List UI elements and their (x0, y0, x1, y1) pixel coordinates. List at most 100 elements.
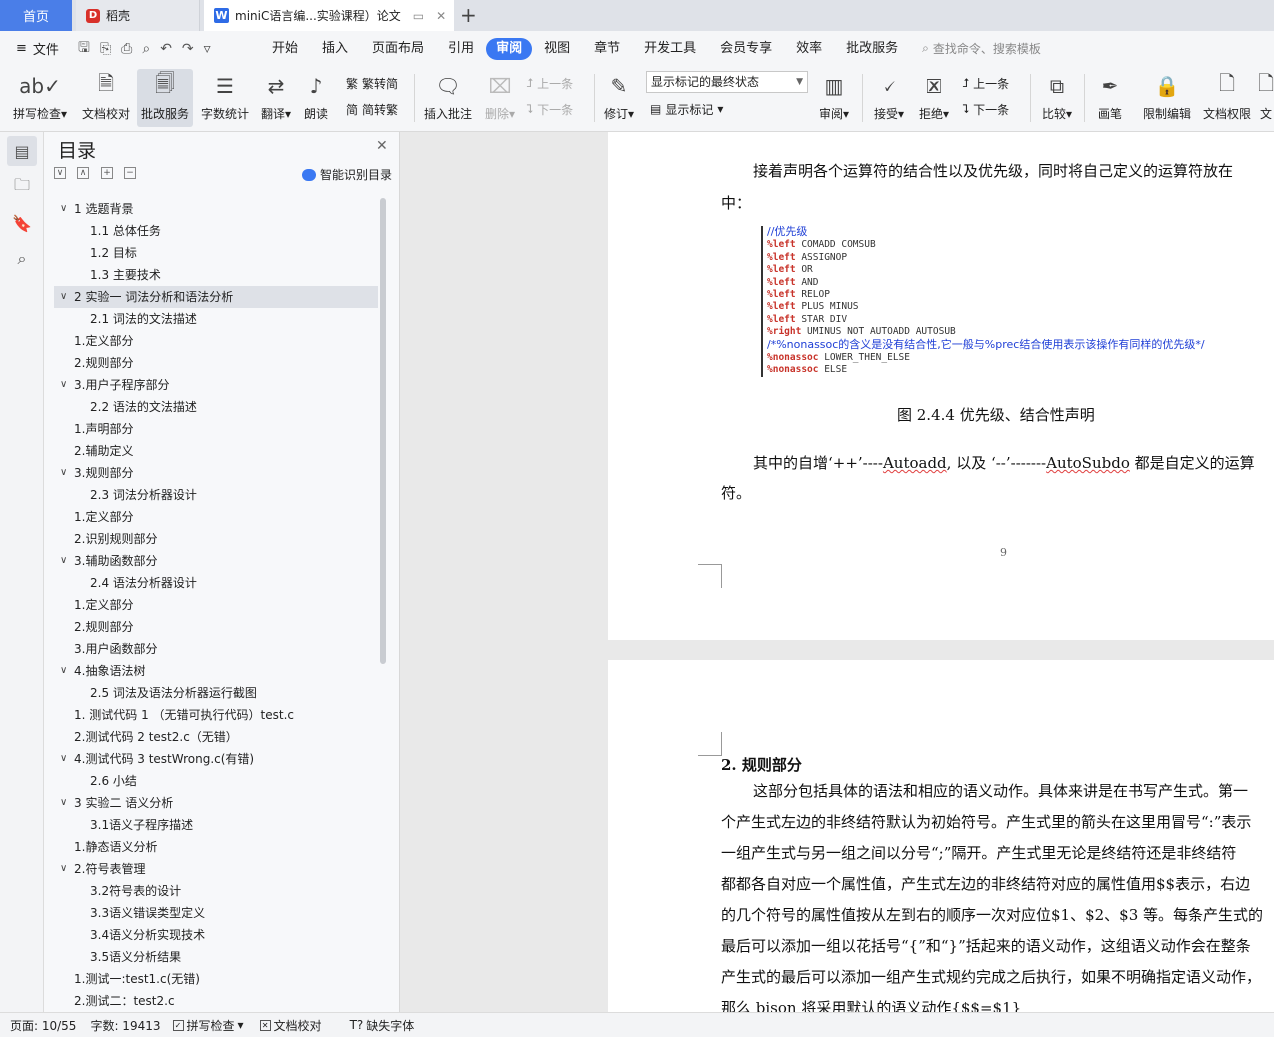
command-search[interactable]: ⌕ 查找命令、搜索模板 (922, 40, 1041, 57)
prev-change-button[interactable]: ⮥ 上一条 (962, 72, 1009, 94)
toc-item[interactable]: 3.2符号表的设计 (54, 880, 378, 902)
menu-item[interactable]: 页面布局 (360, 38, 436, 60)
menu-item[interactable]: 审阅 (486, 37, 533, 60)
toc-item[interactable]: 2.2 语法的文法描述 (54, 396, 378, 418)
document-area[interactable]: 接着声明各个运算符的结合性以及优先级，同时将自己定义的运算符放在 中： //优先… (400, 132, 1274, 1012)
close-icon[interactable]: ✕ (376, 138, 388, 154)
menu-item[interactable]: 效率 (784, 38, 834, 60)
bookmark-icon[interactable]: 🔖 (7, 208, 37, 238)
next-comment-button[interactable]: ⮧ 下一条 (526, 98, 573, 120)
compare-button[interactable]: ⧉ 比较▾ (1036, 69, 1078, 127)
search-icon[interactable]: ⌕ (7, 244, 37, 274)
simp-to-trad-button[interactable]: 简 简转繁 (346, 98, 398, 120)
toc-item[interactable]: 1.定义部分 (54, 330, 378, 352)
toc-item[interactable]: 1.定义部分 (54, 594, 378, 616)
word-count-indicator[interactable]: 字数: 19413 (90, 1017, 160, 1034)
toc-item[interactable]: 2.识别规则部分 (54, 528, 378, 550)
trad-to-simp-button[interactable]: 繁 繁转简 (346, 72, 398, 94)
restrict-edit-button[interactable]: 🔒 限制编辑 (1140, 69, 1194, 127)
doc-proof-button[interactable]: 🗎 文档校对 (78, 69, 134, 127)
toc-item[interactable]: 2.测试二：test2.c (54, 990, 378, 1008)
page-indicator[interactable]: 页面: 10/55 (10, 1017, 76, 1034)
chapter-nav-icon[interactable]: 🗀 (7, 172, 37, 202)
tab-docer[interactable]: D 稻壳 (76, 0, 200, 31)
chevron-down-icon[interactable]: ∨ (60, 858, 72, 880)
toc-item[interactable]: 3.用户函数部分 (54, 638, 378, 660)
toc-item[interactable]: 1.定义部分 (54, 506, 378, 528)
document-page[interactable]: 2. 规则部分 这部分包括具体的语法和相应的语义动作。具体来讲是在书写产生式。第… (608, 660, 1274, 1012)
menu-item[interactable]: 开发工具 (632, 38, 708, 60)
menu-item[interactable]: 插入 (310, 38, 360, 60)
menu-item[interactable]: 开始 (260, 38, 310, 60)
spell-check-status[interactable]: ✓ 拼写检查 ▾ (172, 1017, 244, 1034)
toc-item[interactable]: 2.测试代码 2 test2.c（无错） (54, 726, 378, 748)
pen-button[interactable]: ✒ 画笔 (1090, 69, 1130, 127)
review-pane-button[interactable]: ▥ 审阅▾ (814, 69, 854, 127)
file-menu[interactable]: ≡ 文件 (0, 39, 70, 58)
chevron-down-icon[interactable]: ∨ (60, 198, 72, 220)
delete-comment-button[interactable]: ⌧ 删除▾ (480, 69, 520, 127)
chevron-down-icon[interactable]: ∨ (60, 792, 72, 814)
menu-item[interactable]: 章节 (582, 38, 632, 60)
spelling-error[interactable]: Autoadd (883, 454, 947, 472)
collapse-all-icon[interactable]: ∨ (54, 167, 66, 179)
markup-state-select[interactable]: 显示标记的最终状态 ▼ (646, 71, 808, 93)
toc-item[interactable]: ∨ 3 实验二 语义分析 (54, 792, 378, 814)
translate-button[interactable]: ⇄ 翻译▾ (256, 69, 296, 127)
toc-item[interactable]: 1.静态语义分析 (54, 836, 378, 858)
insert-comment-button[interactable]: 🗨 插入批注 (420, 69, 476, 127)
toc-panel-icon[interactable]: ▤ (7, 136, 37, 166)
print-preview-icon[interactable]: ⌕ (142, 41, 150, 57)
tab-home[interactable]: 首页 (0, 0, 72, 31)
menu-item[interactable]: 批改服务 (834, 38, 910, 60)
word-count-button[interactable]: ☰ 字数统计 (198, 69, 252, 127)
show-markup-button[interactable]: ▤ 显示标记 ▾ (650, 98, 723, 120)
toc-item[interactable]: ∨ 2.符号表管理 (54, 858, 378, 880)
next-change-button[interactable]: ⮧ 下一条 (962, 98, 1009, 120)
menu-item[interactable]: 引用 (436, 38, 486, 60)
toc-item[interactable]: 2.辅助定义 (54, 440, 378, 462)
chevron-down-icon[interactable]: ∨ (60, 550, 72, 572)
correction-service-button[interactable]: 🗐 批改服务 (137, 69, 193, 127)
more-dropdown-icon[interactable]: ▿ (204, 41, 211, 57)
expand-up-icon[interactable]: ∧ (77, 167, 89, 179)
more-ribbon-button[interactable]: 🗋 文 (1258, 69, 1274, 127)
toc-item[interactable]: 2.规则部分 (54, 352, 378, 374)
export-icon[interactable]: ⎘ (100, 41, 111, 57)
toc-item[interactable]: 2.1 词法的文法描述 (54, 308, 378, 330)
doc-proof-status[interactable]: ✕ 文档校对 (259, 1017, 322, 1034)
redo-icon[interactable]: ↷ (182, 41, 194, 57)
toc-item[interactable]: 3.3语义错误类型定义 (54, 902, 378, 924)
read-aloud-button[interactable]: ♪ 朗读 (298, 69, 334, 127)
menu-item[interactable]: 会员专享 (708, 38, 784, 60)
tab-pin-icon[interactable]: ▭ (413, 9, 424, 23)
missing-font-status[interactable]: T? 缺失字体 (350, 1017, 415, 1034)
doc-permission-button[interactable]: 🗋 文档权限 (1200, 69, 1254, 127)
chevron-down-icon[interactable]: ∨ (60, 462, 72, 484)
toc-item[interactable]: 2.规则部分 (54, 616, 378, 638)
toc-item[interactable]: 2.3 词法分析器设计 (54, 484, 378, 506)
toc-item[interactable]: 1.3 主要技术 (54, 264, 378, 286)
toc-item[interactable]: 1.1 总体任务 (54, 220, 378, 242)
toc-item[interactable]: ∨ 3.辅助函数部分 (54, 550, 378, 572)
chevron-down-icon[interactable]: ∨ (60, 748, 72, 770)
toc-item[interactable]: 2.6 小结 (54, 770, 378, 792)
print-icon[interactable]: ⎙ (121, 41, 132, 57)
smart-toc-button[interactable]: 智能识别目录 (302, 166, 392, 183)
toc-item[interactable]: 2.5 词法及语法分析器运行截图 (54, 682, 378, 704)
toc-item[interactable]: 1.测试一:test1.c(无错) (54, 968, 378, 990)
spell-check-button[interactable]: ab✓ 拼写检查▾ (8, 69, 72, 127)
toc-item[interactable]: 3.4语义分析实现技术 (54, 924, 378, 946)
chevron-down-icon[interactable]: ∨ (60, 286, 72, 308)
toc-item[interactable]: ∨ 3.用户子程序部分 (54, 374, 378, 396)
chevron-down-icon[interactable]: ∨ (60, 660, 72, 682)
toc-item[interactable]: ∨ 2 实验一 词法分析和语法分析 (54, 286, 378, 308)
toc-item[interactable]: 2.4 语法分析器设计 (54, 572, 378, 594)
toc-item[interactable]: 3.5语义分析结果 (54, 946, 378, 968)
toc-item[interactable]: 1. 测试代码 1 （无错可执行代码）test.c (54, 704, 378, 726)
spelling-error[interactable]: AutoSubdo (1046, 454, 1130, 472)
toc-item[interactable]: 1.声明部分 (54, 418, 378, 440)
toc-scrollbar[interactable] (380, 198, 386, 664)
prev-comment-button[interactable]: ⮥ 上一条 (526, 72, 573, 94)
toc-item[interactable]: ∨ 3.规则部分 (54, 462, 378, 484)
